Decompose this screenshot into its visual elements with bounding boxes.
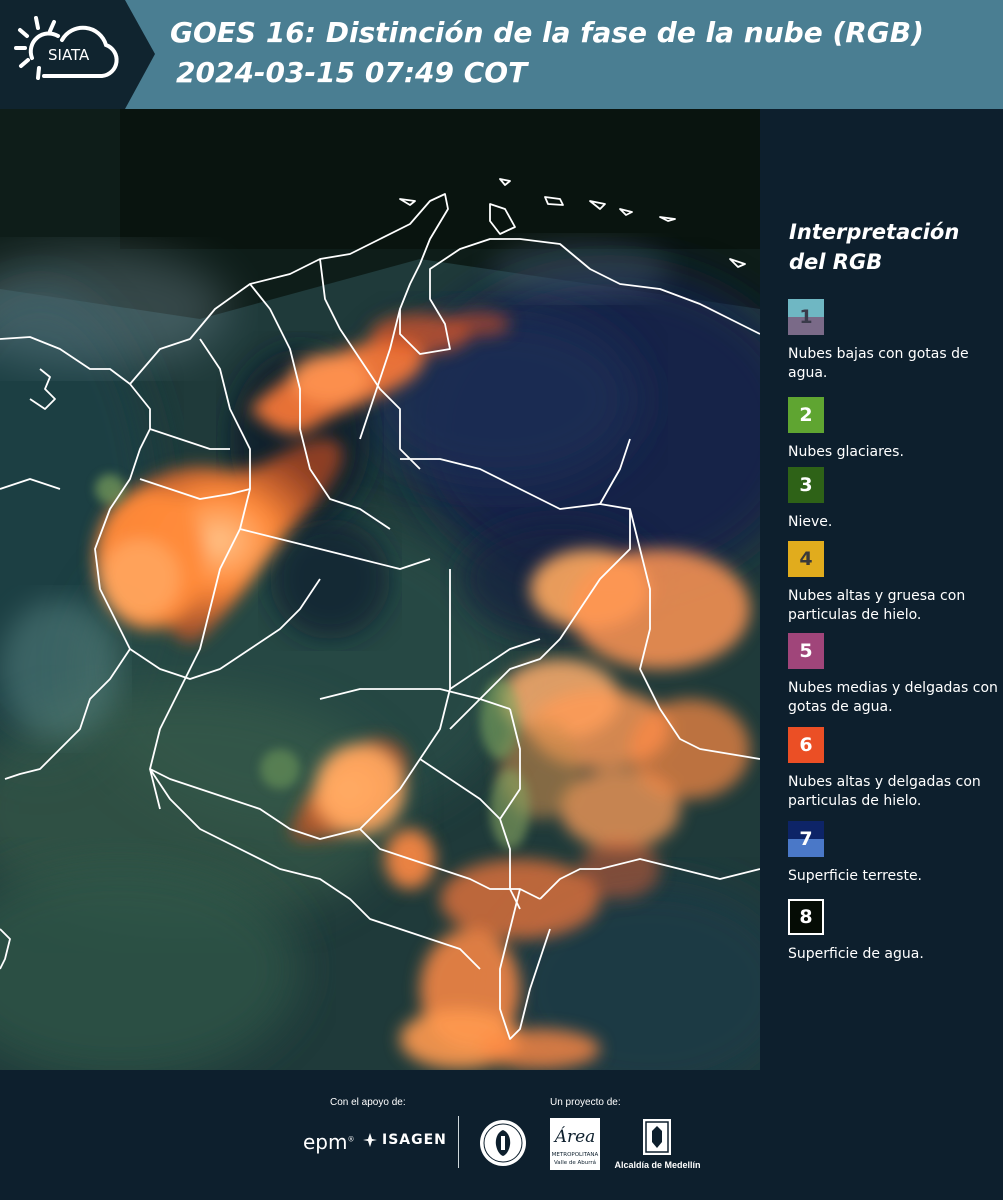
page-title: GOES 16: Distinción de la fase de la nub… — [170, 16, 924, 49]
svg-text:Valle de Aburrá: Valle de Aburrá — [554, 1159, 596, 1166]
footer: Con el apoyo de: Un proyecto de: epm® IS… — [0, 1070, 1003, 1200]
project-label: Un proyecto de: — [550, 1097, 621, 1108]
legend-label: Superficie terreste. — [788, 868, 923, 884]
legend-swatch: 7 — [788, 821, 824, 857]
isagen-icon — [363, 1133, 377, 1147]
timestamp: 2024-03-15 07:49 COT — [176, 56, 528, 89]
epm-logo: epm® — [303, 1130, 355, 1154]
legend-title: Interpretación del RGB — [789, 220, 960, 274]
legend-label: Superficie de agua. — [788, 946, 924, 962]
legend-label: Nubes glaciares. — [788, 444, 904, 460]
legend-swatch: 5 — [788, 633, 824, 669]
legend-panel: Interpretación del RGB 1 Nubes bajas con … — [760, 109, 1003, 1070]
satellite-map — [0, 109, 760, 1070]
legend-number: 4 — [799, 548, 813, 570]
svg-text:Área: Área — [553, 1126, 596, 1147]
legend-number: 2 — [799, 404, 813, 426]
svg-text:SIATA: SIATA — [48, 46, 90, 64]
footer-divider — [458, 1116, 459, 1168]
alcaldia-text: Alcaldía de Medellín — [614, 1160, 701, 1170]
support-label: Con el apoyo de: — [330, 1097, 406, 1108]
legend-swatch: 3 — [788, 467, 824, 503]
medellin-shield-icon — [643, 1119, 671, 1155]
epm-text: epm — [303, 1130, 348, 1154]
siata-logo: SIATA — [0, 0, 155, 109]
area-metropolitana-logo: Área METROPOLITANA Valle de Aburrá — [550, 1118, 600, 1170]
legend-swatch: 6 — [788, 727, 824, 763]
legend-number: 6 — [799, 734, 813, 756]
legend-number: 5 — [799, 640, 813, 662]
header-bar: SIATA GOES 16: Distinción de la fase de … — [0, 0, 1003, 109]
legend-number: 1 — [799, 306, 813, 328]
antioquia-seal-icon — [480, 1120, 526, 1166]
isagen-logo: ISAGEN — [362, 1132, 447, 1148]
legend-label: Nubes altas y gruesa con particulas de h… — [788, 588, 966, 623]
svg-text:METROPOLITANA: METROPOLITANA — [552, 1152, 599, 1158]
legend-swatch: 8 — [788, 899, 824, 935]
legend-number: 7 — [799, 828, 813, 850]
legend-number: 8 — [799, 906, 813, 928]
siata-sun-cloud-icon: SIATA — [14, 16, 119, 80]
legend-swatch: 4 — [788, 541, 824, 577]
legend-number: 3 — [799, 474, 813, 496]
legend-label: Nubes altas y delgadas con particulas de… — [788, 774, 981, 809]
legend-label: Nubes bajas con gotas de agua. — [788, 346, 969, 381]
legend-swatch: 1 — [788, 299, 824, 335]
legend-swatch: 2 — [788, 397, 824, 433]
isagen-text: ISAGEN — [382, 1132, 447, 1148]
legend-label: Nieve. — [788, 514, 833, 530]
legend-label: Nubes medias y delgadas con gotas de agu… — [788, 680, 998, 715]
rgb-satellite-image — [0, 109, 760, 1070]
